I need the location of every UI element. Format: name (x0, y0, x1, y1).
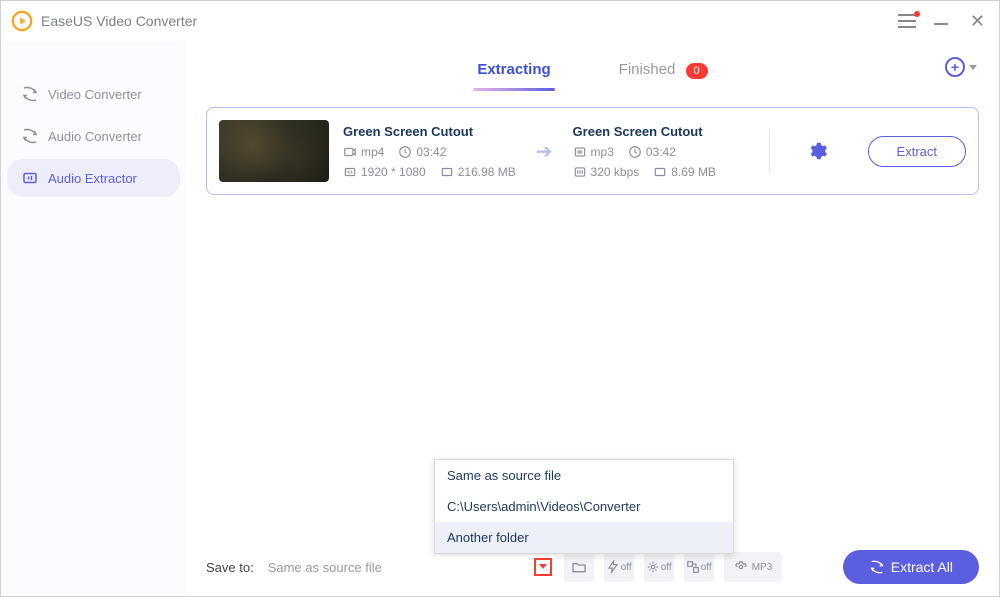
source-file-title: Green Screen Cutout (343, 124, 516, 139)
audio-converter-icon (21, 127, 39, 145)
file-source-info: Green Screen Cutout mp4 (343, 124, 516, 179)
settings-gear-button[interactable] (796, 140, 838, 162)
sidebar-item-audio-converter[interactable]: Audio Converter (7, 117, 180, 155)
gpu-accel-button[interactable]: off (604, 552, 634, 582)
video-converter-icon (21, 85, 39, 103)
save-to-input[interactable] (264, 556, 554, 579)
dropdown-item-same-source[interactable]: Same as source file (435, 460, 733, 491)
target-bitrate: 320 kbps (573, 165, 640, 179)
sidebar-item-label: Audio Extractor (48, 171, 137, 186)
add-file-button[interactable]: + (945, 57, 977, 77)
open-folder-button[interactable] (564, 552, 594, 582)
video-format-icon (343, 145, 357, 159)
filesize-icon (653, 165, 667, 179)
file-card: Green Screen Cutout mp4 (206, 107, 979, 195)
output-format-label: MP3 (752, 562, 773, 573)
tab-label: Finished (619, 61, 676, 78)
tab-label: Extracting (477, 61, 550, 78)
target-format: mp3 (573, 145, 614, 159)
caret-down-icon (539, 564, 547, 569)
dropdown-item-path[interactable]: C:\Users\admin\Videos\Converter (435, 491, 733, 522)
extract-button[interactable]: Extract (868, 136, 966, 167)
content-area: Extracting Finished 0 + Green Screen (186, 41, 999, 596)
sidebar-item-label: Video Converter (48, 87, 142, 102)
save-to-dropdown-menu: Same as source file C:\Users\admin\Video… (434, 459, 734, 554)
source-size: 216.98 MB (440, 165, 516, 179)
output-format-button[interactable]: MP3 (724, 552, 783, 582)
titlebar: EaseUS Video Converter ✕ (1, 1, 999, 41)
extract-all-button[interactable]: Extract All (843, 550, 979, 584)
sidebar-item-audio-extractor[interactable]: Audio Extractor (7, 159, 180, 197)
filesize-icon (440, 165, 454, 179)
audio-format-icon (573, 145, 587, 159)
app-window: EaseUS Video Converter ✕ Video Converter (0, 0, 1000, 597)
finished-count-badge: 0 (686, 63, 708, 79)
tab-extracting[interactable]: Extracting (473, 53, 554, 91)
tabs-row: Extracting Finished 0 + (186, 41, 999, 91)
source-resolution: 1920 * 1080 (343, 165, 426, 179)
main-content: Video Converter Audio Converter Audio Ex… (1, 41, 999, 596)
app-title: EaseUS Video Converter (41, 13, 197, 29)
high-speed-button[interactable]: off (644, 552, 674, 582)
dropdown-item-another-folder[interactable]: Another folder (435, 522, 733, 553)
clock-icon (628, 145, 642, 159)
notification-dot-icon (914, 11, 920, 17)
source-duration: 03:42 (398, 145, 446, 159)
save-to-dropdown-toggle[interactable] (534, 558, 552, 576)
extract-all-label: Extract All (891, 559, 953, 575)
app-logo-icon (11, 10, 33, 32)
save-to-label: Save to: (206, 560, 254, 575)
source-format: mp4 (343, 145, 384, 159)
audio-extractor-icon (21, 169, 39, 187)
window-close-button[interactable]: ✕ (966, 11, 989, 32)
titlebar-controls: ✕ (898, 11, 989, 32)
tab-finished[interactable]: Finished 0 (615, 53, 712, 91)
merge-button[interactable]: off (684, 552, 714, 582)
chevron-down-icon (969, 65, 977, 70)
window-minimize-button[interactable] (934, 17, 948, 25)
save-to-input-wrap (264, 556, 554, 579)
sidebar: Video Converter Audio Converter Audio Ex… (1, 41, 186, 596)
clock-icon (398, 145, 412, 159)
target-duration: 03:42 (628, 145, 676, 159)
sidebar-item-label: Audio Converter (48, 129, 142, 144)
arrow-right-icon: ➔ (530, 139, 559, 164)
resolution-icon (343, 165, 357, 179)
plus-circle-icon: + (945, 57, 965, 77)
bottom-bar: Same as source file C:\Users\admin\Video… (186, 538, 999, 596)
target-size: 8.69 MB (653, 165, 716, 179)
divider (769, 129, 770, 173)
file-target-info: Green Screen Cutout mp3 (573, 124, 743, 179)
hamburger-menu-icon[interactable] (898, 14, 916, 28)
bitrate-icon (573, 165, 587, 179)
target-file-title: Green Screen Cutout (573, 124, 743, 139)
sidebar-item-video-converter[interactable]: Video Converter (7, 75, 180, 113)
file-thumbnail[interactable] (219, 120, 329, 182)
